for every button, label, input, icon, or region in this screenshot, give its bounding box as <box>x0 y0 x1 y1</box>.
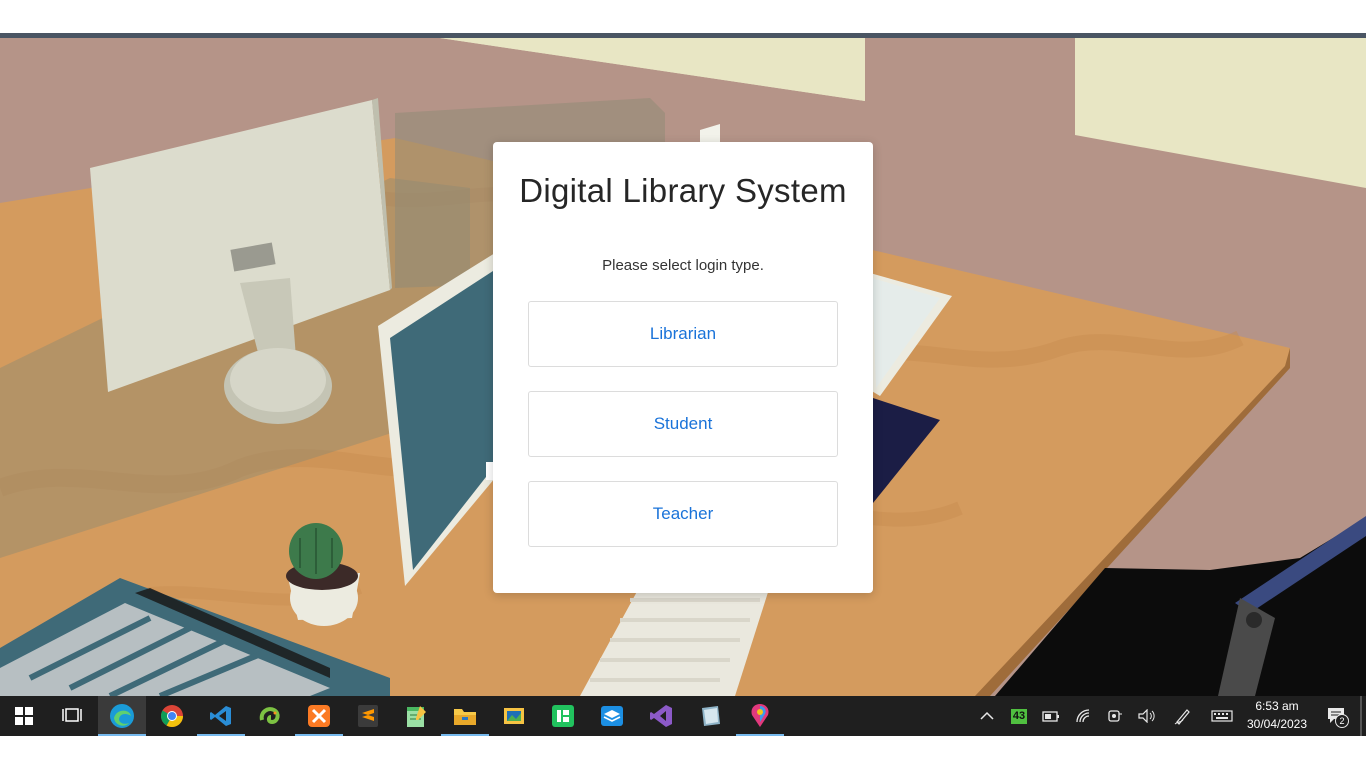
taskbar-app-photos[interactable] <box>490 696 538 736</box>
login-card: Digital Library System Please select log… <box>493 142 873 593</box>
taskbar-app-xampp[interactable] <box>295 696 343 736</box>
wifi-icon[interactable] <box>1072 704 1096 728</box>
student-login-button[interactable]: Student <box>528 391 838 457</box>
chrome-icon <box>161 705 183 727</box>
notification-center-icon[interactable]: 2 <box>1322 704 1352 728</box>
task-view-icon <box>62 708 82 722</box>
start-button[interactable] <box>0 696 48 736</box>
notepad-icon <box>407 706 426 727</box>
taskbar-app-paint[interactable] <box>736 696 784 736</box>
tray-badge-icon[interactable]: 43 <box>1007 704 1031 728</box>
vscode-icon <box>210 706 231 726</box>
bottom-blank-area <box>0 736 1366 768</box>
sublime-icon <box>358 705 378 727</box>
windows-logo-icon <box>15 707 33 725</box>
taskbar-app-chameleon[interactable] <box>246 696 294 736</box>
pen-ink-icon[interactable] <box>1171 704 1195 728</box>
task-view-button[interactable] <box>48 696 96 736</box>
clock-date[interactable]: 30/04/2023 <box>1244 717 1310 731</box>
notification-count-badge: 2 <box>1335 714 1349 728</box>
webcam-icon[interactable] <box>1103 704 1127 728</box>
edge-icon <box>110 704 134 728</box>
windows-taskbar: 43 6:53 am 30/04/2023 2 <box>0 696 1366 736</box>
mail-icon <box>601 706 623 726</box>
chameleon-icon <box>259 707 280 725</box>
paint-icon <box>751 704 769 727</box>
taskbar-app-mail[interactable] <box>588 696 636 736</box>
taskbar-app-edge[interactable] <box>98 696 146 736</box>
photos-icon <box>504 708 524 724</box>
volume-icon[interactable] <box>1135 704 1159 728</box>
page-title: Digital Library System <box>519 172 847 209</box>
taskbar-app-file-explorer[interactable] <box>441 696 489 736</box>
taskbar-app-sublime[interactable] <box>344 696 392 736</box>
tablet-icon <box>702 706 720 726</box>
taskbar-app-green[interactable] <box>539 696 587 736</box>
taskbar-app-tablet[interactable] <box>686 696 734 736</box>
taskbar-app-visual-studio[interactable] <box>637 696 685 736</box>
taskbar-app-notepad[interactable] <box>392 696 440 736</box>
green-app-icon <box>552 705 574 727</box>
taskbar-app-vscode[interactable] <box>197 696 245 736</box>
show-hidden-icons-chevron-icon[interactable] <box>975 704 999 728</box>
visual-studio-icon <box>650 705 672 727</box>
taskbar-app-chrome[interactable] <box>148 696 196 736</box>
librarian-login-button[interactable]: Librarian <box>528 301 838 367</box>
clock-time[interactable]: 6:53 am <box>1244 699 1310 713</box>
teacher-login-button[interactable]: Teacher <box>528 481 838 547</box>
browser-top-area <box>0 0 1366 33</box>
xampp-icon <box>308 705 330 727</box>
folder-icon <box>454 709 476 725</box>
battery-icon[interactable] <box>1039 704 1063 728</box>
touch-keyboard-icon[interactable] <box>1210 704 1234 728</box>
login-subtitle: Please select login type. <box>602 257 764 274</box>
tray-badge-count: 43 <box>1010 708 1028 724</box>
show-desktop-button[interactable] <box>1360 696 1362 736</box>
